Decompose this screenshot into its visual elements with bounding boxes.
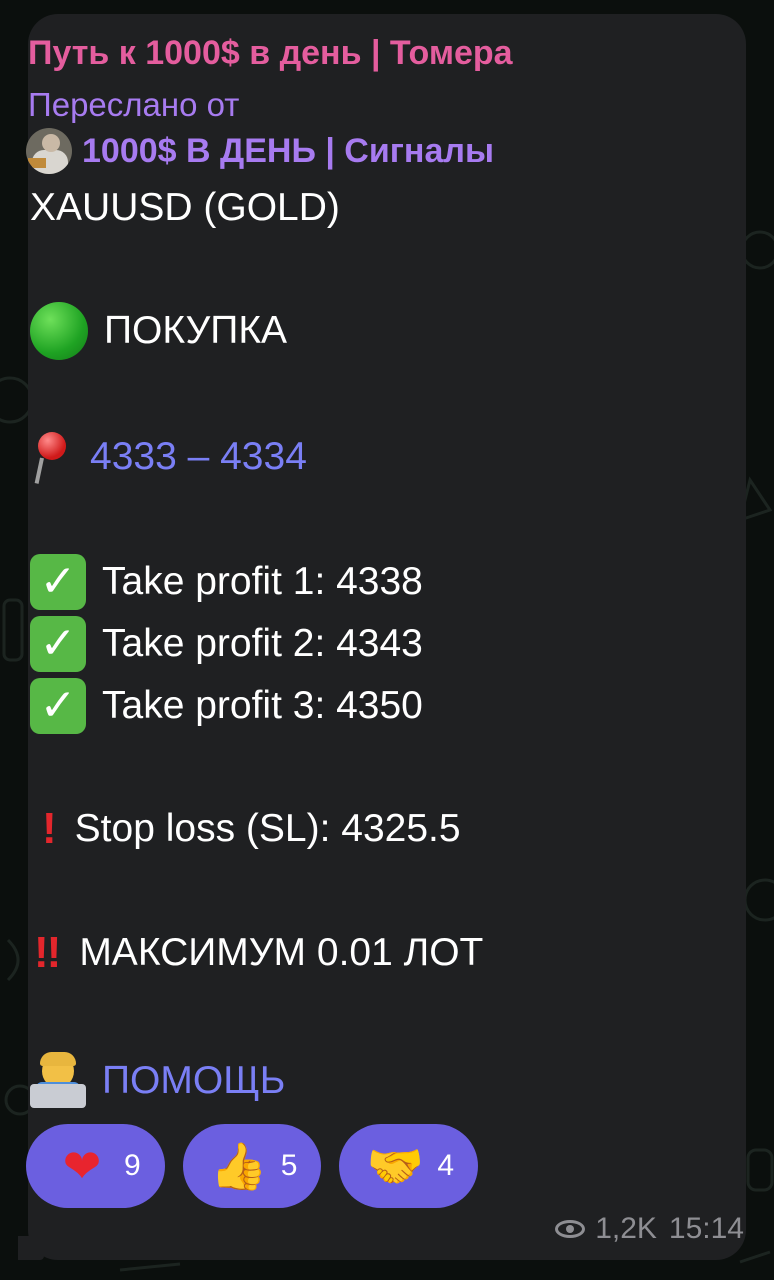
message-bubble-tail: [18, 1236, 44, 1260]
direction-text: ПОКУПКА: [104, 309, 288, 352]
reaction-heart[interactable]: ❤ 9: [26, 1124, 165, 1208]
forwarded-source[interactable]: 1000$ В ДЕНЬ | Сигналы: [26, 128, 494, 174]
instrument-line: XAUUSD (GOLD): [30, 186, 340, 230]
direction-line: ПОКУПКА: [30, 302, 287, 360]
take-profit-line-1: ✓ Take profit 1: 4338: [30, 554, 423, 610]
reaction-thumbs-up[interactable]: 👍 5: [182, 1124, 322, 1208]
max-lot-text: МАКСИМУМ 0.01 ЛОТ: [79, 931, 484, 974]
eye-icon: [555, 1220, 586, 1238]
forwarded-label: Переслано от: [28, 86, 240, 123]
help-line: ПОМОЩЬ: [30, 1052, 285, 1110]
reaction-count: 5: [280, 1149, 298, 1182]
instrument-text: XAUUSD (GOLD): [30, 186, 340, 229]
stop-loss-line: ! Stop loss (SL): 4325.5: [30, 804, 461, 854]
reaction-count: 4: [437, 1149, 455, 1182]
message-time: 15:14: [668, 1212, 744, 1245]
take-profit-line-2: ✓ Take profit 2: 4343: [30, 616, 423, 672]
pushpin-icon: [30, 428, 70, 486]
reaction-handshake[interactable]: 🤝 4: [339, 1124, 479, 1208]
take-profit-text: Take profit 3: 4350: [102, 684, 423, 727]
take-profit-text: Take profit 2: 4343: [102, 622, 423, 665]
check-mark-icon: ✓: [30, 678, 86, 734]
technologist-icon: [30, 1052, 86, 1110]
message-meta: 1,2K 15:14: [555, 1212, 744, 1246]
check-mark-icon: ✓: [30, 616, 86, 672]
heart-icon: ❤: [62, 1140, 102, 1192]
green-circle-icon: [30, 302, 88, 360]
forwarded-source-name[interactable]: 1000$ В ДЕНЬ | Сигналы: [82, 132, 494, 171]
view-count: 1,2K: [595, 1212, 657, 1245]
exclamation-icon: !: [42, 804, 57, 853]
double-exclamation-icon: !!: [34, 928, 61, 977]
take-profit-text: Take profit 1: 4338: [102, 560, 423, 603]
check-mark-icon: ✓: [30, 554, 86, 610]
reaction-count: 9: [124, 1149, 141, 1182]
help-link[interactable]: ПОМОЩЬ: [102, 1059, 285, 1103]
channel-title[interactable]: Путь к 1000$ в день | Томера: [28, 34, 513, 73]
thumbs-up-icon: 👍: [210, 1139, 268, 1192]
take-profit-line-3: ✓ Take profit 3: 4350: [30, 678, 423, 734]
source-avatar[interactable]: [26, 128, 72, 174]
entry-line: 4333 – 4334: [30, 428, 307, 486]
max-lot-line: !! МАКСИМУМ 0.01 ЛОТ: [30, 928, 483, 978]
handshake-icon: 🤝: [366, 1139, 425, 1192]
entry-range-text: 4333 – 4334: [90, 435, 307, 478]
reactions-bar: ❤ 9 👍 5 🤝 4: [26, 1124, 479, 1208]
stop-loss-text: Stop loss (SL): 4325.5: [74, 807, 461, 850]
